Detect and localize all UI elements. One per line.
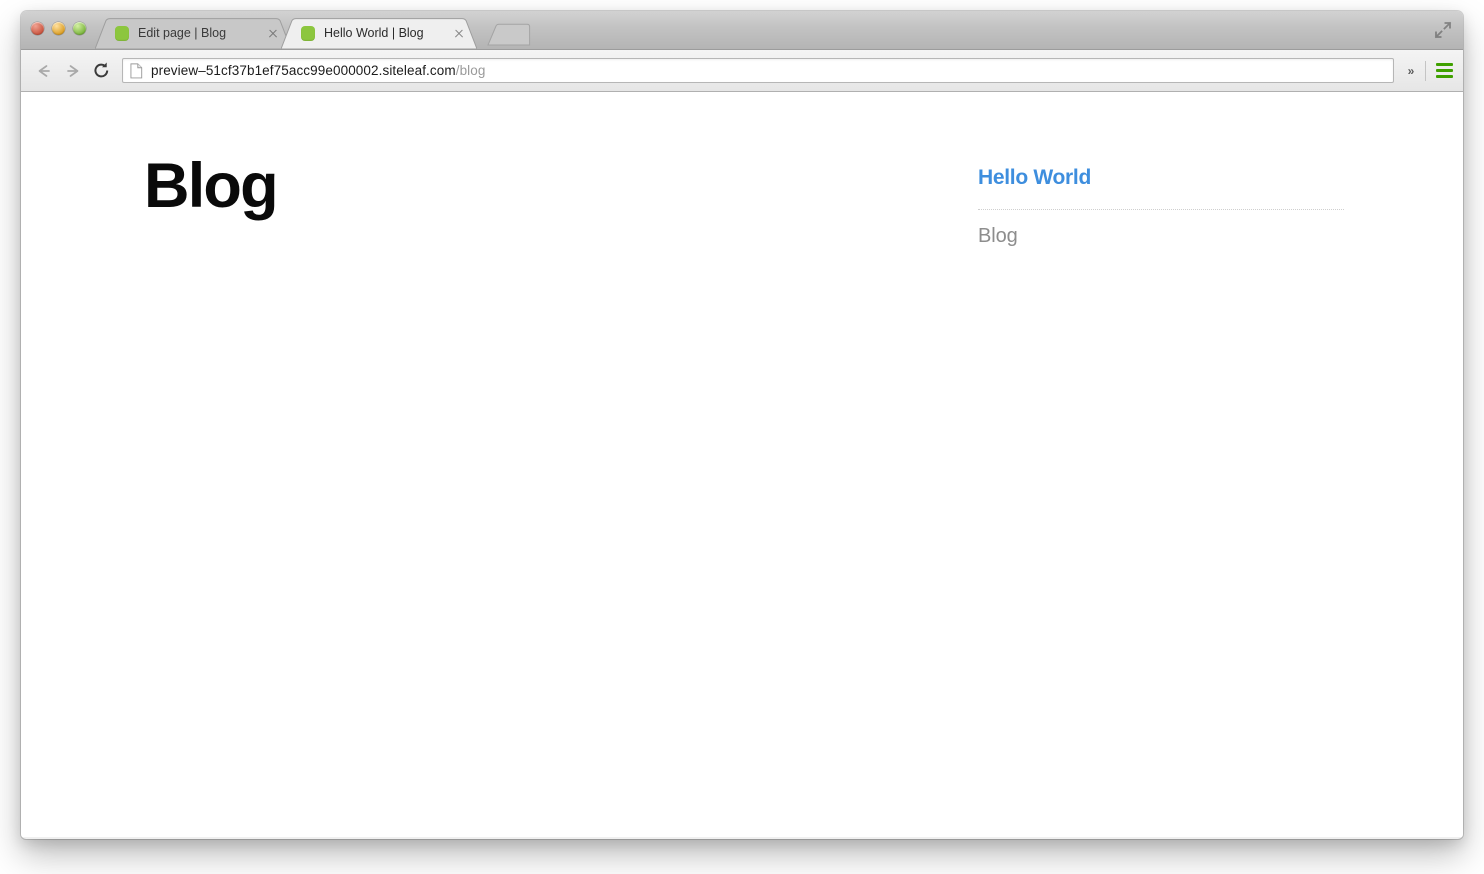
tab-list: Edit page | Blog Hello World | Blog — [95, 11, 531, 49]
url-host: preview–51cf37b1ef75acc99e000002.sitelea… — [151, 62, 456, 78]
menu-line — [1435, 75, 1453, 78]
blog-page: Blog Hello World Blog — [21, 92, 1463, 837]
hamburger-menu-icon[interactable] — [1431, 58, 1457, 84]
tab-hello-world[interactable]: Hello World | Blog — [281, 18, 477, 49]
tab-title: Hello World | Blog — [324, 27, 424, 40]
close-icon[interactable] — [451, 26, 467, 42]
url-text: preview–51cf37b1ef75acc99e000002.sitelea… — [151, 64, 486, 78]
tab-edit-page[interactable]: Edit page | Blog — [95, 18, 291, 49]
back-arrow-icon — [38, 64, 50, 77]
tab-strip: Edit page | Blog Hello World | Blog — [21, 11, 1463, 50]
browser-window: Edit page | Blog Hello World | Blog prev… — [21, 11, 1463, 839]
toolbar-divider — [1425, 60, 1426, 81]
window-controls — [31, 22, 86, 35]
back-button[interactable] — [29, 56, 58, 85]
window-minimize-button[interactable] — [52, 22, 65, 35]
menu-line — [1435, 63, 1453, 66]
fullscreen-button[interactable] — [1433, 20, 1453, 40]
new-tab-icon — [487, 23, 531, 46]
url-path: /blog — [455, 62, 486, 78]
menu-line — [1435, 69, 1453, 72]
close-icon[interactable] — [265, 26, 281, 42]
forward-arrow-icon — [66, 64, 78, 77]
forward-button[interactable] — [58, 56, 87, 85]
new-tab-button[interactable] — [487, 23, 531, 46]
fullscreen-arrows-icon — [1434, 21, 1452, 39]
page-title: Blog — [144, 151, 279, 221]
tab-title: Edit page | Blog — [138, 27, 227, 40]
page-viewport: Blog Hello World Blog — [21, 92, 1463, 837]
post-list: Hello World Blog — [978, 166, 1344, 276]
browser-toolbar: preview–51cf37b1ef75acc99e000002.sitelea… — [21, 50, 1463, 92]
toolbar-overflow-button[interactable]: » — [1402, 65, 1420, 77]
reload-button[interactable] — [87, 56, 116, 85]
address-bar[interactable]: preview–51cf37b1ef75acc99e000002.sitelea… — [122, 58, 1394, 83]
post-divider — [978, 209, 1344, 211]
green-square-favicon — [301, 26, 315, 41]
window-close-button[interactable] — [31, 22, 44, 35]
reload-icon — [94, 62, 109, 78]
post-category: Blog — [978, 225, 1018, 248]
list-item: Hello World Blog — [978, 166, 1344, 248]
green-square-favicon — [115, 26, 129, 41]
window-zoom-button[interactable] — [73, 22, 86, 35]
desktop-backdrop: Edit page | Blog Hello World | Blog prev… — [0, 0, 1484, 874]
page-document-icon — [130, 62, 143, 78]
post-title-link[interactable]: Hello World — [978, 166, 1344, 190]
